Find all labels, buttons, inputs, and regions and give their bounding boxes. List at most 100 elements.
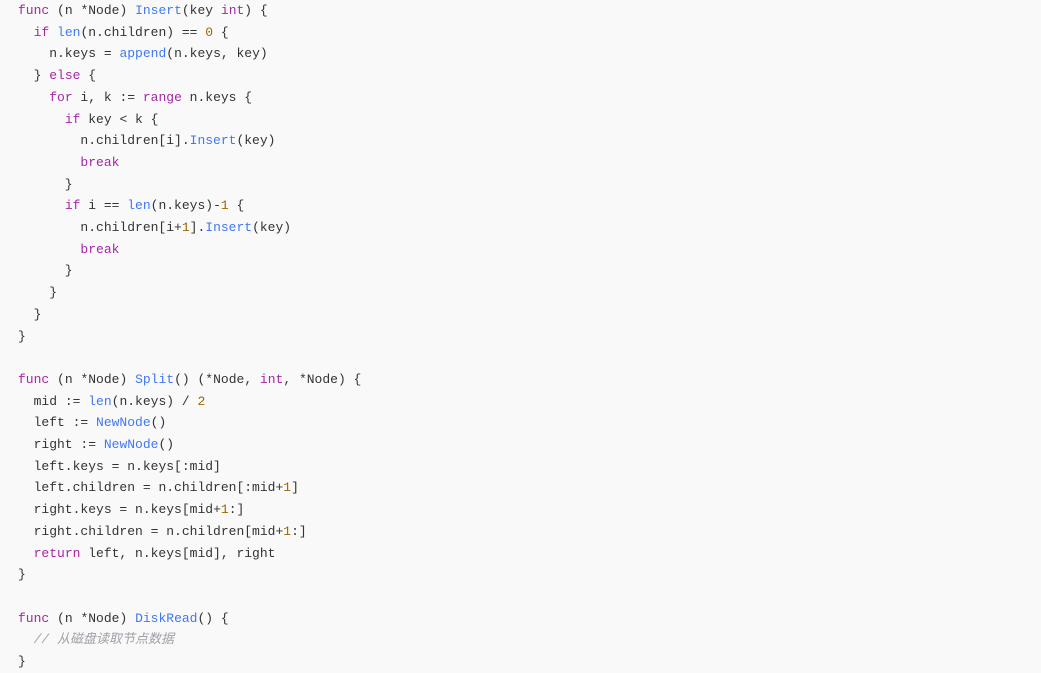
code-line[interactable]: for i, k := range n.keys {	[18, 90, 252, 105]
code-token	[18, 546, 34, 561]
code-token: *	[299, 372, 307, 387]
code-token: n.children[mid	[158, 524, 275, 539]
code-token: (key)	[236, 133, 275, 148]
code-token: :]	[229, 502, 245, 517]
code-token	[18, 198, 65, 213]
code-token: :=	[73, 415, 89, 430]
code-token	[18, 242, 80, 257]
code-line[interactable]: left := NewNode()	[18, 415, 166, 430]
code-token: (n.keys)	[112, 394, 182, 409]
code-token: left, n.keys[mid], right	[80, 546, 275, 561]
code-token: :=	[80, 437, 96, 452]
code-line[interactable]: func (n *Node) Insert(key int) {	[18, 3, 268, 18]
code-token: n.keys {	[182, 90, 252, 105]
code-line[interactable]: right.keys = n.keys[mid+1:]	[18, 502, 244, 517]
code-line[interactable]: left.children = n.children[:mid+1]	[18, 480, 299, 495]
code-line[interactable]: }	[18, 177, 73, 192]
code-token: :=	[119, 90, 135, 105]
code-token: // 从磁盘读取节点数据	[18, 632, 174, 647]
code-token: }	[18, 177, 73, 192]
code-token: ) {	[244, 3, 267, 18]
code-token: (n.children)	[80, 25, 181, 40]
code-line[interactable]: }	[18, 307, 41, 322]
code-token: append	[119, 46, 166, 61]
code-token: (key)	[252, 220, 291, 235]
code-line[interactable]: func (n *Node) DiskRead() {	[18, 611, 229, 626]
code-line[interactable]: // 从磁盘读取节点数据	[18, 632, 174, 647]
code-token	[88, 415, 96, 430]
code-token: ()	[151, 415, 167, 430]
code-line[interactable]: n.keys = append(n.keys, key)	[18, 46, 268, 61]
code-token: func	[18, 372, 49, 387]
code-token: Insert	[135, 3, 182, 18]
code-token: len	[127, 198, 150, 213]
code-token: n.children[i	[18, 220, 174, 235]
code-token: left.keys	[18, 459, 112, 474]
code-token: 2	[197, 394, 205, 409]
code-token: Node) {	[307, 372, 362, 387]
code-token: n.keys[:mid]	[119, 459, 220, 474]
code-token: n.keys[mid	[127, 502, 213, 517]
code-token: (n.keys)	[151, 198, 213, 213]
code-token	[135, 90, 143, 105]
code-token: n.children[:mid	[151, 480, 276, 495]
code-token: ].	[190, 220, 206, 235]
code-token	[18, 25, 34, 40]
code-token	[18, 155, 80, 170]
code-token: () {	[197, 611, 228, 626]
code-line[interactable]: }	[18, 263, 73, 278]
code-token: if	[65, 112, 81, 127]
code-line[interactable]: return left, n.keys[mid], right	[18, 546, 275, 561]
code-token: /	[182, 394, 190, 409]
code-line[interactable]: break	[18, 155, 119, 170]
code-token: }	[18, 285, 57, 300]
code-token: n.keys	[18, 46, 104, 61]
code-line[interactable]: } else {	[18, 68, 96, 83]
code-token: }	[18, 654, 26, 669]
code-token: Insert	[205, 220, 252, 235]
code-token: {	[213, 25, 229, 40]
code-line[interactable]: func (n *Node) Split() (*Node, int, *Nod…	[18, 372, 361, 387]
code-token: ]	[291, 480, 299, 495]
code-token	[18, 90, 49, 105]
code-token: NewNode	[96, 415, 151, 430]
code-line[interactable]: }	[18, 567, 26, 582]
code-block[interactable]: func (n *Node) Insert(key int) { if len(…	[0, 0, 1041, 673]
code-token: k {	[127, 112, 158, 127]
code-line[interactable]: n.children[i+1].Insert(key)	[18, 220, 291, 235]
code-line[interactable]: mid := len(n.keys) / 2	[18, 394, 205, 409]
code-token: }	[18, 68, 49, 83]
code-line[interactable]: n.children[i].Insert(key)	[18, 133, 275, 148]
code-line[interactable]: left.keys = n.keys[:mid]	[18, 459, 221, 474]
code-token: left	[18, 415, 73, 430]
code-token: right.children	[18, 524, 151, 539]
code-line[interactable]: if len(n.children) == 0 {	[18, 25, 229, 40]
code-token: Node)	[88, 3, 135, 18]
code-line[interactable]: }	[18, 285, 57, 300]
code-token: {	[229, 198, 245, 213]
code-token: n.children[i].	[18, 133, 190, 148]
code-line[interactable]: break	[18, 242, 119, 257]
code-token: {	[80, 68, 96, 83]
code-token: int	[221, 3, 244, 18]
code-line[interactable]: }	[18, 654, 26, 669]
code-token: i, k	[73, 90, 120, 105]
code-token: Node)	[88, 611, 135, 626]
code-token: (n	[49, 3, 80, 18]
code-token: }	[18, 307, 41, 322]
code-token: }	[18, 329, 26, 344]
code-line[interactable]: right := NewNode()	[18, 437, 174, 452]
code-line[interactable]: right.children = n.children[mid+1:]	[18, 524, 307, 539]
code-token: break	[80, 155, 119, 170]
code-token: =	[104, 46, 112, 61]
code-token: len	[57, 25, 80, 40]
code-token: =	[143, 480, 151, 495]
code-token: right	[18, 437, 80, 452]
code-token: left.children	[18, 480, 143, 495]
code-token: key	[80, 112, 119, 127]
code-token: ==	[104, 198, 120, 213]
code-line[interactable]: if i == len(n.keys)-1 {	[18, 198, 244, 213]
code-line[interactable]: }	[18, 329, 26, 344]
code-token: 1	[221, 502, 229, 517]
code-line[interactable]: if key < k {	[18, 112, 158, 127]
